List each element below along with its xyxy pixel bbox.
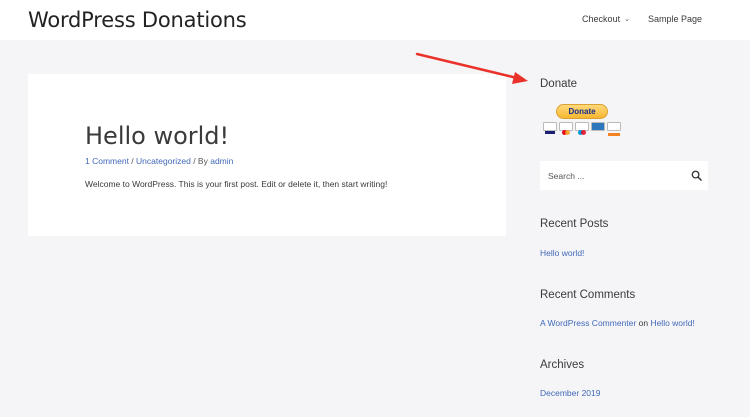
recent-comments-title: Recent Comments <box>540 289 636 301</box>
comment-post-link[interactable]: Hello world! <box>650 318 694 328</box>
archive-link[interactable]: December 2019 <box>540 388 600 398</box>
discover-card-icon <box>607 122 621 136</box>
nav-item-checkout[interactable]: Checkout ⌄ <box>582 14 630 24</box>
search-input[interactable] <box>548 169 678 182</box>
site-title[interactable]: WordPress Donations <box>28 8 247 32</box>
post-excerpt: Welcome to WordPress. This is your first… <box>85 179 388 189</box>
archives-title: Archives <box>540 359 585 371</box>
meta-separator: / <box>128 156 137 166</box>
mastercard-icon <box>559 122 573 135</box>
post-title[interactable]: Hello world! <box>85 122 229 150</box>
recent-post-link[interactable]: Hello world! <box>540 248 584 258</box>
maestro-card-icon <box>575 122 589 135</box>
paypal-donate-button[interactable]: Donate <box>556 104 608 119</box>
recent-posts-title: Recent Posts <box>540 218 609 230</box>
post-meta: 1 Comment / Uncategorized / By admin <box>85 156 233 166</box>
donate-widget-title: Donate <box>540 78 578 90</box>
nav-item-sample-page[interactable]: Sample Page <box>648 14 702 24</box>
author-link[interactable]: admin <box>210 156 233 166</box>
comment-author-link[interactable]: A WordPress Commenter <box>540 318 636 328</box>
nav-item-label: Checkout <box>582 14 621 24</box>
recent-comment-item: A WordPress Commenter on Hello world! <box>540 318 695 328</box>
nav-item-label: Sample Page <box>647 14 702 24</box>
visa-card-icon <box>543 122 557 134</box>
search-form <box>540 161 708 190</box>
meta-by: / By <box>190 156 211 166</box>
comments-link[interactable]: 1 Comment <box>85 156 129 166</box>
comment-on-text: on <box>638 318 649 328</box>
search-icon[interactable] <box>691 170 702 181</box>
chevron-down-icon: ⌄ <box>624 16 630 23</box>
main-nav: Checkout ⌄ Sample Page <box>582 14 702 24</box>
site-header: WordPress Donations Checkout ⌄ Sample Pa… <box>0 0 750 40</box>
amex-card-icon <box>591 122 605 131</box>
post-card: Hello world! 1 Comment / Uncategorized /… <box>28 74 506 236</box>
payment-cards <box>543 122 621 136</box>
category-link[interactable]: Uncategorized <box>136 156 191 166</box>
